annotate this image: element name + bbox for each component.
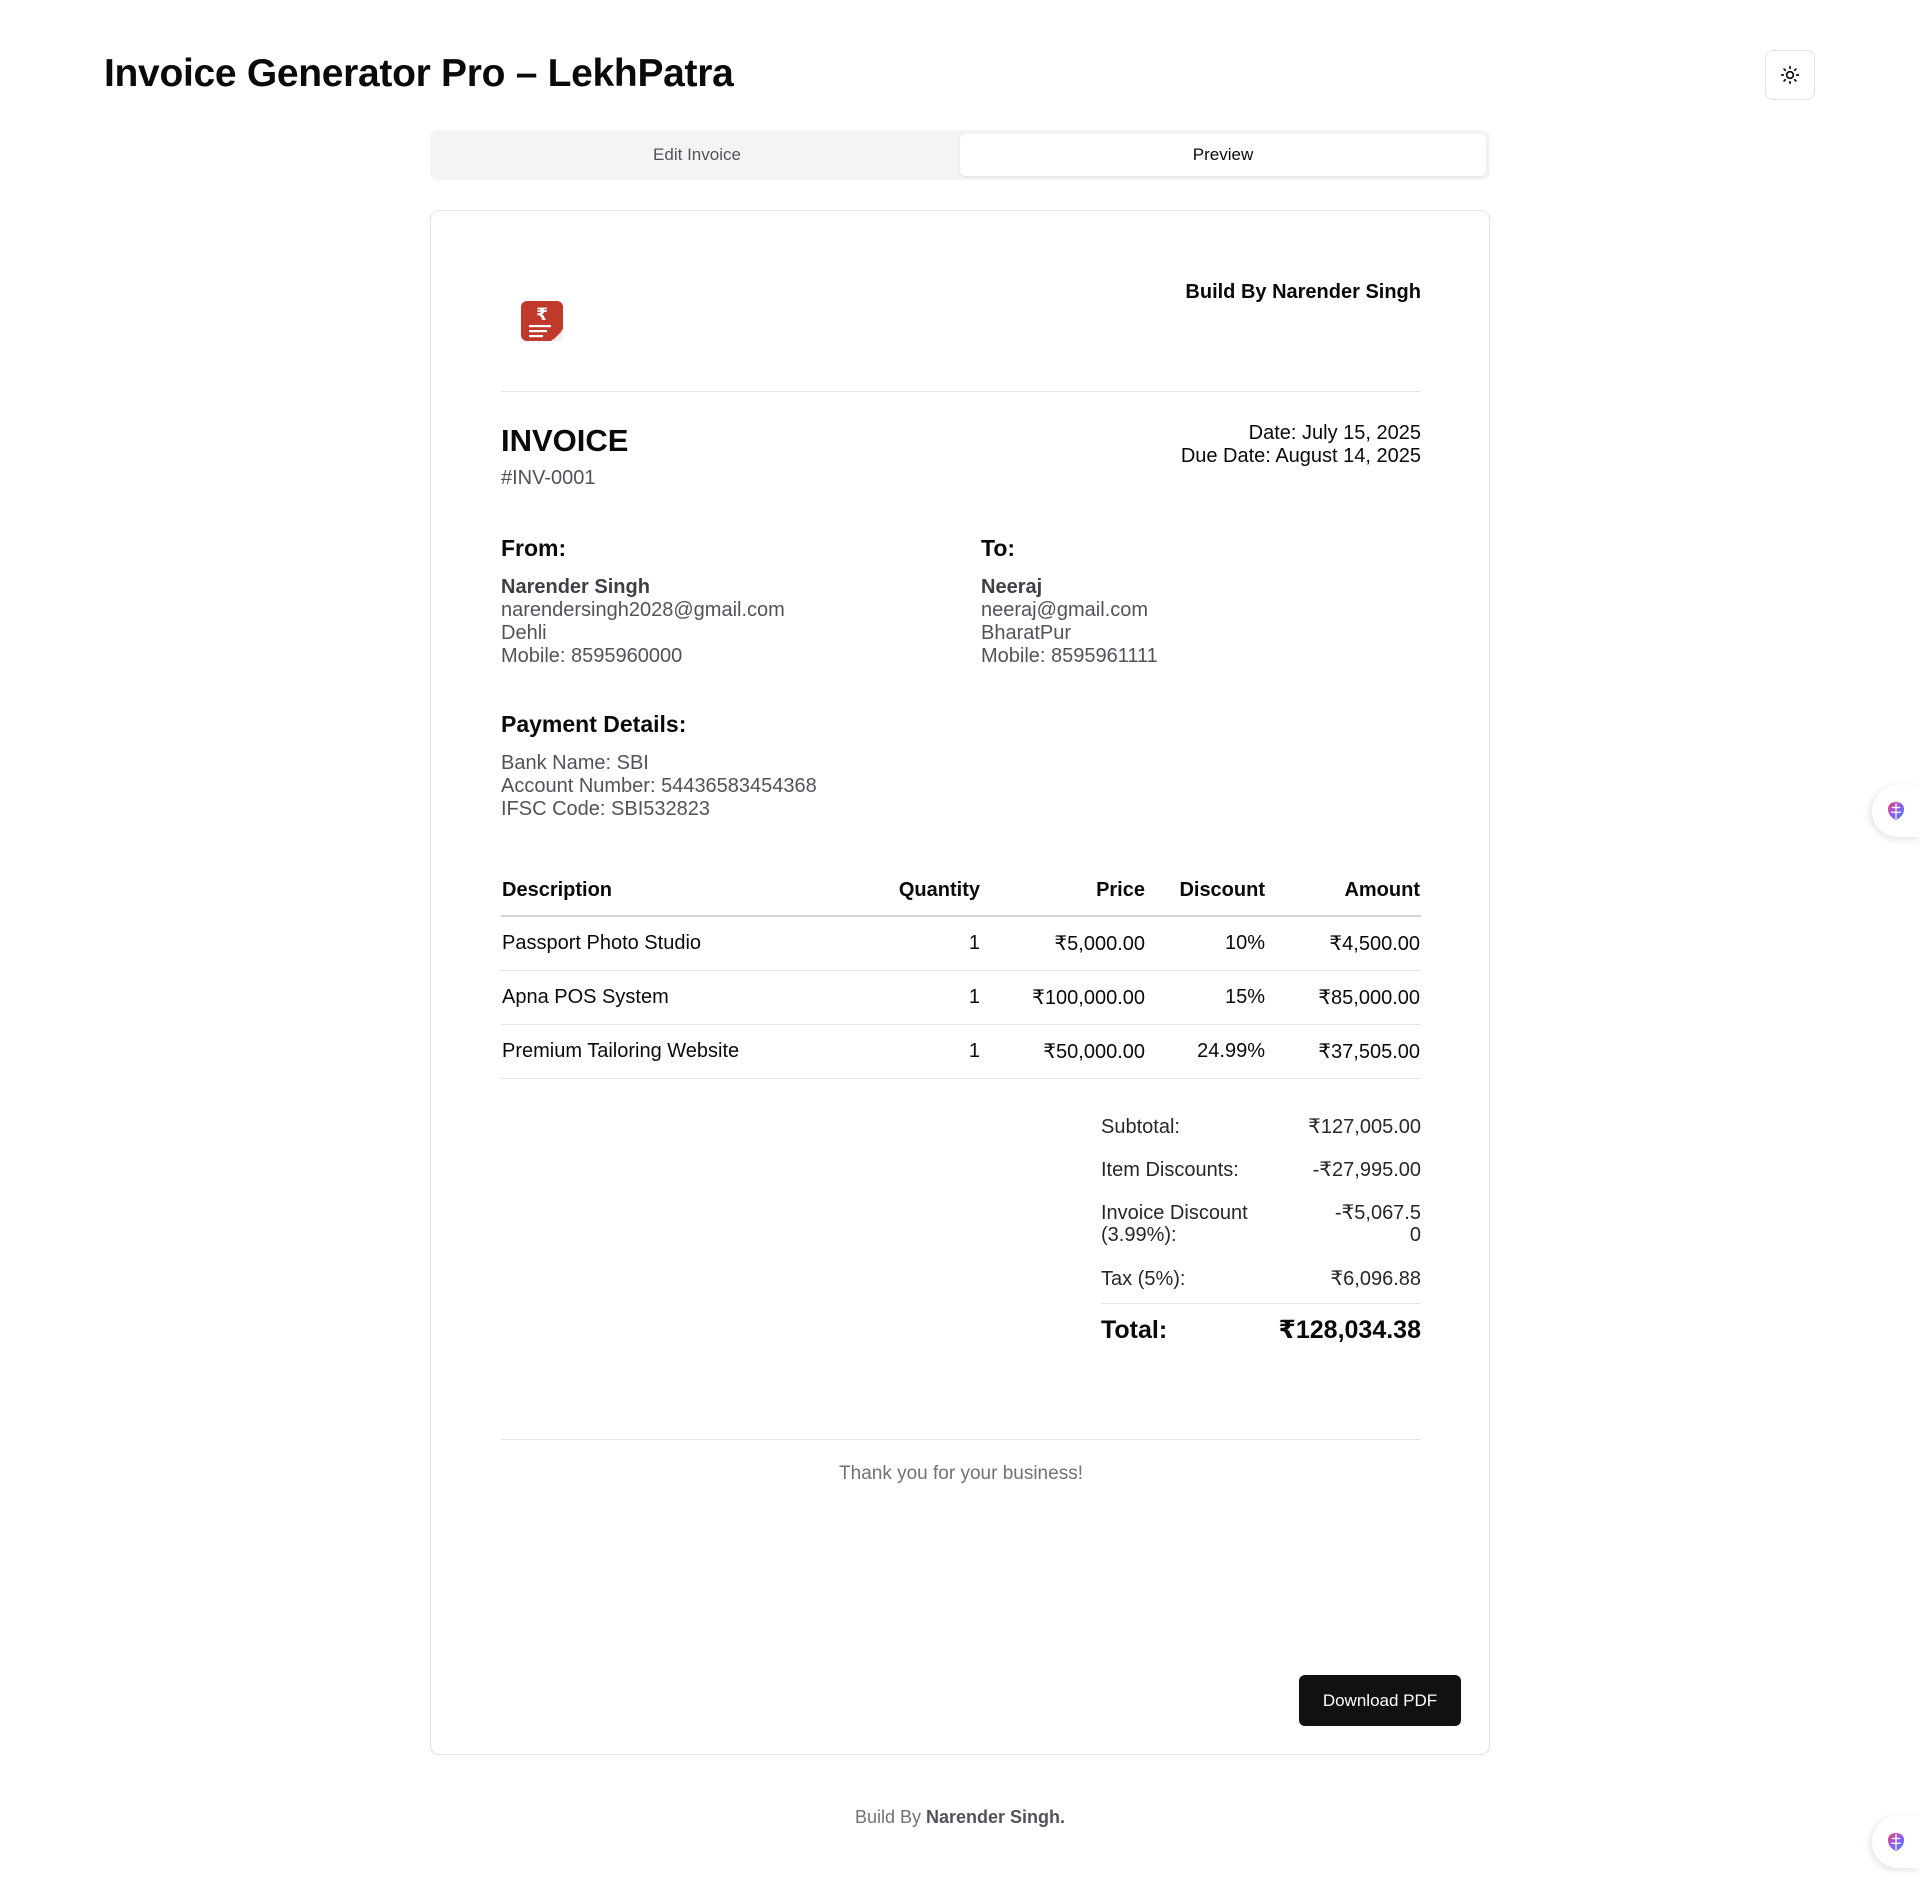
- col-description: Description: [501, 866, 861, 917]
- to-city: BharatPur: [981, 622, 1072, 644]
- invoice-discount-label: Invoice Discount (3.99%):: [1101, 1202, 1248, 1246]
- invoice-due-date: Due Date: August 14, 2025: [1180, 445, 1421, 467]
- cell-quantity: 1: [861, 970, 981, 1025]
- bank-name: Bank Name: SBI: [501, 752, 649, 774]
- cell-description: Passport Photo Studio: [501, 916, 861, 971]
- table-row: Apna POS System 1 ₹100,000.00 15% ₹85,00…: [501, 970, 1421, 1025]
- cell-discount: 10%: [1146, 916, 1266, 971]
- col-price: Price: [981, 866, 1146, 917]
- cell-description: Premium Tailoring Website: [501, 1024, 861, 1079]
- cell-discount: 15%: [1146, 970, 1266, 1025]
- sun-icon: [1780, 65, 1800, 85]
- side-assistant-widget[interactable]: [1872, 1816, 1920, 1868]
- app-title: Invoice Generator Pro – LekhPatra: [104, 52, 734, 95]
- thank-you-note: Thank you for your business!: [839, 1463, 1083, 1484]
- cell-amount: ₹37,505.00: [1266, 1024, 1421, 1079]
- brain-icon: [1888, 802, 1904, 820]
- subtotal-label: Subtotal:: [1101, 1116, 1180, 1138]
- cell-amount: ₹4,500.00: [1266, 916, 1421, 971]
- cell-price: ₹5,000.00: [981, 916, 1146, 971]
- cell-price: ₹100,000.00: [981, 970, 1146, 1025]
- cell-quantity: 1: [861, 1024, 981, 1079]
- divider: [501, 391, 1421, 392]
- col-amount: Amount: [1266, 866, 1421, 917]
- subtotal-row: Subtotal: ₹127,005.00: [1101, 1116, 1421, 1138]
- rupee-invoice-logo: ₹: [521, 301, 563, 341]
- from-mobile: Mobile: 8595960000: [501, 645, 683, 667]
- invoice-dates: Date: July 15, 2025 Due Date: August 14,…: [1181, 422, 1421, 468]
- download-pdf-button[interactable]: Download PDF: [1299, 1675, 1461, 1726]
- to-email: neeraj@gmail.com: [981, 599, 1149, 621]
- divider: [501, 1439, 1421, 1440]
- table-row: Premium Tailoring Website 1 ₹50,000.00 2…: [501, 1024, 1421, 1079]
- to-name: Neeraj: [981, 576, 1043, 598]
- subtotal-value: ₹127,005.00: [1308, 1116, 1421, 1138]
- theme-toggle-button[interactable]: [1765, 50, 1815, 100]
- tab-list: Edit Invoice Preview: [430, 130, 1490, 180]
- payment-heading: Payment Details:: [501, 711, 687, 737]
- tab-preview[interactable]: Preview: [960, 134, 1486, 176]
- invoice-number: #INV-0001: [501, 467, 596, 489]
- side-assistant-widget[interactable]: [1872, 785, 1920, 837]
- svg-text:₹: ₹: [536, 305, 548, 325]
- page-footer: Build By Narender Singh.: [0, 1807, 1920, 1828]
- account-number: Account Number: 54436583454368: [501, 775, 817, 797]
- tab-edit-invoice[interactable]: Edit Invoice: [434, 134, 960, 176]
- tax-row: Tax (5%): ₹6,096.88: [1101, 1268, 1421, 1290]
- invoice-discount-value: -₹5,067.50: [1334, 1202, 1421, 1246]
- item-discounts-value: -₹27,995.00: [1312, 1159, 1421, 1181]
- col-quantity: Quantity: [861, 866, 981, 917]
- from-email: narendersingh2028@gmail.com: [501, 599, 785, 621]
- tax-label: Tax (5%):: [1101, 1268, 1186, 1290]
- to-section: To: Neeraj neeraj@gmail.com BharatPur Mo…: [981, 535, 1401, 668]
- invoice-date: Date: July 15, 2025: [1248, 422, 1421, 444]
- from-section: From: Narender Singh narendersingh2028@g…: [501, 535, 921, 668]
- item-discounts-row: Item Discounts: -₹27,995.00: [1101, 1159, 1421, 1181]
- total-row: Total: ₹128,034.38: [1101, 1315, 1421, 1345]
- totals-divider: [1101, 1303, 1421, 1304]
- to-mobile: Mobile: 8595961111: [981, 645, 1158, 667]
- footer-prefix: Build By: [854, 1807, 926, 1827]
- invoice-title: INVOICE: [501, 423, 629, 458]
- table-row: Passport Photo Studio 1 ₹5,000.00 10% ₹4…: [501, 916, 1421, 971]
- ifsc-code: IFSC Code: SBI532823: [501, 798, 711, 820]
- cell-price: ₹50,000.00: [981, 1024, 1146, 1079]
- table-header-row: Description Quantity Price Discount Amou…: [501, 866, 1421, 917]
- cell-quantity: 1: [861, 916, 981, 971]
- payment-details-section: Payment Details: Bank Name: SBI Account …: [501, 711, 817, 821]
- tax-value: ₹6,096.88: [1330, 1268, 1421, 1290]
- item-discounts-label: Item Discounts:: [1101, 1159, 1239, 1181]
- from-name: Narender Singh: [501, 576, 650, 598]
- total-label: Total:: [1101, 1316, 1168, 1344]
- build-by-label: Build By Narender Singh: [1185, 281, 1421, 303]
- to-heading: To:: [981, 535, 1016, 561]
- cell-amount: ₹85,000.00: [1266, 970, 1421, 1025]
- col-discount: Discount: [1146, 866, 1266, 917]
- total-value: ₹128,034.38: [1278, 1316, 1421, 1344]
- brain-icon: [1888, 1833, 1904, 1851]
- from-heading: From:: [501, 535, 567, 561]
- from-city: Dehli: [501, 622, 547, 644]
- invoice-discount-row: Invoice Discount (3.99%): -₹5,067.50: [1101, 1202, 1421, 1246]
- items-table: Description Quantity Price Discount Amou…: [501, 866, 1421, 1079]
- footer-author: Narender Singh.: [926, 1807, 1066, 1827]
- invoice-preview-card: ₹ Build By Narender Singh INVOICE #INV-0…: [430, 210, 1490, 1755]
- cell-discount: 24.99%: [1146, 1024, 1266, 1079]
- cell-description: Apna POS System: [501, 970, 861, 1025]
